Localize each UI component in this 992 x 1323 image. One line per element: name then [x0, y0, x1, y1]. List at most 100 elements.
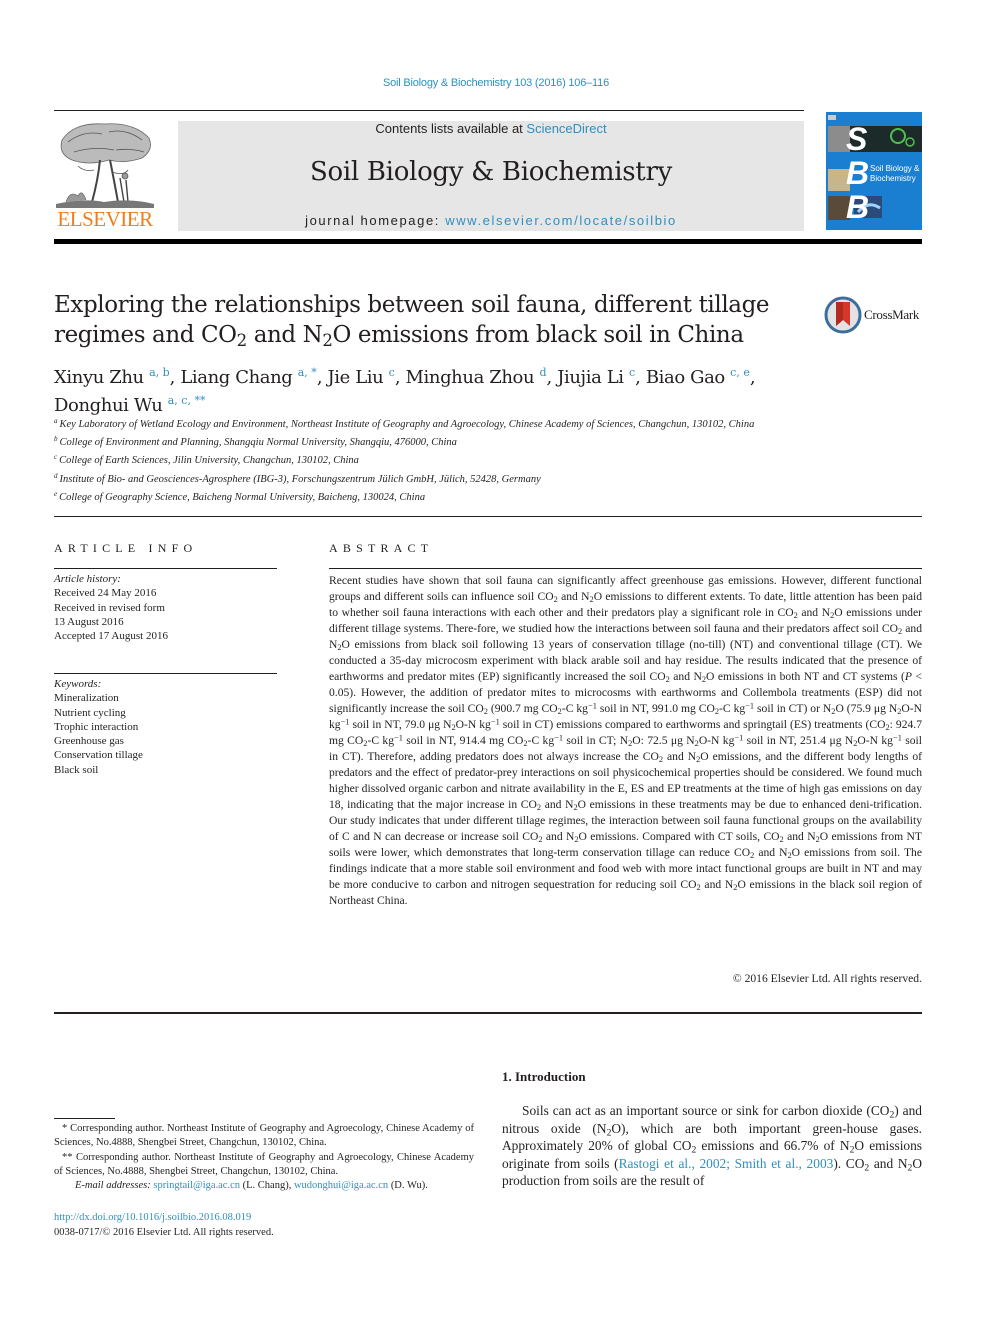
author-name[interactable]: Donghui Wu	[54, 395, 163, 416]
keywords: Keywords: Mineralization Nutrient cyclin…	[54, 677, 284, 777]
homepage-link[interactable]: www.elsevier.com/locate/soilbio	[445, 213, 677, 228]
abstract-body: Recent studies have shown that soil faun…	[329, 573, 922, 909]
divider	[54, 1012, 922, 1014]
footnotes: * Corresponding author. Northeast Instit…	[54, 1122, 474, 1193]
affiliation: c College of Earth Sciences, Jilin Univer…	[54, 450, 814, 468]
author-affil[interactable]: a, *	[298, 366, 317, 379]
doi-block: http://dx.doi.org/10.1016/j.soilbio.2016…	[54, 1210, 474, 1240]
affiliation-text: Key Laboratory of Wetland Ecology and En…	[59, 419, 755, 430]
email-owner: (D. Wu).	[388, 1180, 428, 1192]
affiliation-key: a	[54, 417, 58, 425]
introduction-body: Soils can act as an important source or …	[502, 1102, 922, 1190]
affiliation-text: College of Environment and Planning, Sha…	[59, 437, 457, 449]
author[interactable]: Donghui Wu a, c, **	[54, 394, 206, 416]
author-name[interactable]: Xinyu Zhu	[54, 367, 144, 388]
elsevier-tree-icon	[56, 123, 154, 208]
affiliation-text: College of Earth Sciences, Jilin Univers…	[59, 455, 359, 467]
email-link[interactable]: wudonghui@iga.ac.cn	[294, 1180, 388, 1191]
affiliation: d Institute of Bio- and Geosciences-Agros…	[54, 469, 814, 487]
email-owner: (L. Chang),	[240, 1180, 294, 1192]
affiliation-key: e	[54, 489, 58, 498]
contents-line: Contents lists available at ScienceDirec…	[178, 121, 804, 136]
title-part: and N	[246, 322, 323, 348]
author-affil[interactable]: a, c, **	[168, 394, 206, 407]
corresponding-author-2: ** Corresponding author. Northeast Insti…	[54, 1151, 474, 1177]
copyright: © 2016 Elsevier Ltd. All rights reserved…	[732, 972, 922, 985]
author-name[interactable]: Liang Chang	[180, 367, 292, 388]
affiliation: e College of Geography Science, Baicheng …	[54, 487, 814, 505]
article-title: Exploring the relationships between soil…	[54, 290, 794, 350]
crossmark-icon	[824, 296, 862, 334]
issn-line: 0038-0717/© 2016 Elsevier Ltd. All right…	[54, 1227, 274, 1238]
cover-title-line1: Soil Biology &	[870, 164, 920, 173]
author-name[interactable]: Jiujia Li	[557, 367, 624, 388]
doi-link[interactable]: http://dx.doi.org/10.1016/j.soilbio.2016…	[54, 1212, 251, 1223]
author-affil[interactable]: c	[629, 366, 635, 379]
keyword: Greenhouse gas	[54, 735, 124, 748]
header-divider	[54, 239, 922, 244]
history-item: Received 24 May 2016	[54, 587, 157, 600]
keyword: Nutrient cycling	[54, 706, 126, 719]
history-item: Received in revised form	[54, 601, 165, 614]
history-label: Article history:	[54, 573, 121, 585]
corresponding-author-1: * Corresponding author. Northeast Instit…	[54, 1123, 474, 1149]
author-affil[interactable]: a, b	[149, 366, 170, 379]
homepage-line: journal homepage: www.elsevier.com/locat…	[178, 213, 804, 228]
article-history: Article history: Received 24 May 2016 Re…	[54, 572, 284, 643]
author-name[interactable]: Jie Liu	[327, 367, 383, 388]
author-affil[interactable]: c	[389, 366, 395, 379]
author[interactable]: Xinyu Zhu a, b	[54, 366, 170, 388]
divider	[54, 110, 804, 111]
author-name[interactable]: Biao Gao	[646, 367, 725, 388]
article-info-heading: ARTICLE INFO	[54, 541, 198, 555]
author[interactable]: Jie Liu c	[327, 366, 395, 388]
author[interactable]: Biao Gao c, e	[646, 366, 750, 388]
cover-letter-b2: B	[846, 189, 870, 225]
title-part: O emissions from black soil in China	[332, 322, 745, 348]
cover-letters: S B B	[846, 122, 869, 224]
affiliations: a Key Laboratory of Wetland Ecology and E…	[54, 414, 814, 505]
cover-title-line2: Biochemistry	[870, 174, 916, 183]
crossmark-label: CrossMark	[864, 307, 920, 322]
author-list: Xinyu Zhu a, b, Liang Chang a, *, Jie Li…	[54, 366, 756, 416]
author[interactable]: Jiujia Li c	[557, 366, 635, 388]
author-name[interactable]: Minghua Zhou	[405, 367, 534, 388]
citation-link[interactable]: Rastogi et al., 2002; Smith et al., 2003	[619, 1156, 834, 1171]
elsevier-wordmark: ELSEVIER	[57, 207, 153, 231]
history-item: 13 August 2016	[54, 615, 124, 628]
author-affil[interactable]: c, e	[730, 366, 750, 379]
homepage-prefix: journal homepage:	[305, 213, 446, 228]
section-heading-introduction: 1. Introduction	[502, 1069, 586, 1084]
keyword: Mineralization	[54, 692, 119, 705]
author-affil[interactable]: d	[539, 366, 546, 379]
divider	[54, 516, 922, 517]
keyword: Trophic interaction	[54, 720, 139, 733]
contents-prefix: Contents lists available at	[375, 121, 527, 136]
keyword: Black soil	[54, 763, 99, 776]
crossmark-badge[interactable]: CrossMark	[824, 296, 924, 336]
title-line-1: Exploring the relationships between soil…	[54, 292, 770, 318]
divider	[54, 673, 277, 674]
author[interactable]: Liang Chang a, *	[180, 366, 317, 388]
journal-citation[interactable]: Soil Biology & Biochemistry 103 (2016) 1…	[0, 77, 992, 89]
email-addresses: E-mail addresses: springtail@iga.ac.cn (…	[54, 1179, 474, 1193]
keywords-label: Keywords:	[54, 678, 102, 690]
affiliation: a Key Laboratory of Wetland Ecology and E…	[54, 414, 814, 432]
email-link[interactable]: springtail@iga.ac.cn	[153, 1180, 240, 1191]
affiliation-key: c	[54, 453, 58, 462]
abstract-text: Recent studies have shown that soil faun…	[329, 574, 923, 907]
affiliation-text: College of Geography Science, Baicheng N…	[59, 491, 426, 503]
cover-letter-b1: B	[846, 155, 870, 191]
affiliation-text: Institute of Bio- and Geosciences-Agrosp…	[59, 473, 541, 485]
cover-letter-s: S	[846, 121, 868, 157]
email-label: E-mail addresses:	[75, 1180, 154, 1192]
sciencedirect-link[interactable]: ScienceDirect	[526, 121, 606, 136]
elsevier-logo[interactable]: ELSEVIER	[54, 120, 156, 232]
introduction-text: Soils can act as an important source or …	[502, 1103, 923, 1188]
title-part: regimes and CO	[54, 322, 237, 348]
title-line-2: regimes and CO2 and N2O emissions from b…	[54, 322, 745, 351]
divider	[329, 568, 922, 569]
author[interactable]: Minghua Zhou d	[405, 366, 546, 388]
history-item: Accepted 17 August 2016	[54, 630, 168, 643]
journal-cover[interactable]: S B B Soil Biology & Biochemistry	[826, 112, 922, 230]
